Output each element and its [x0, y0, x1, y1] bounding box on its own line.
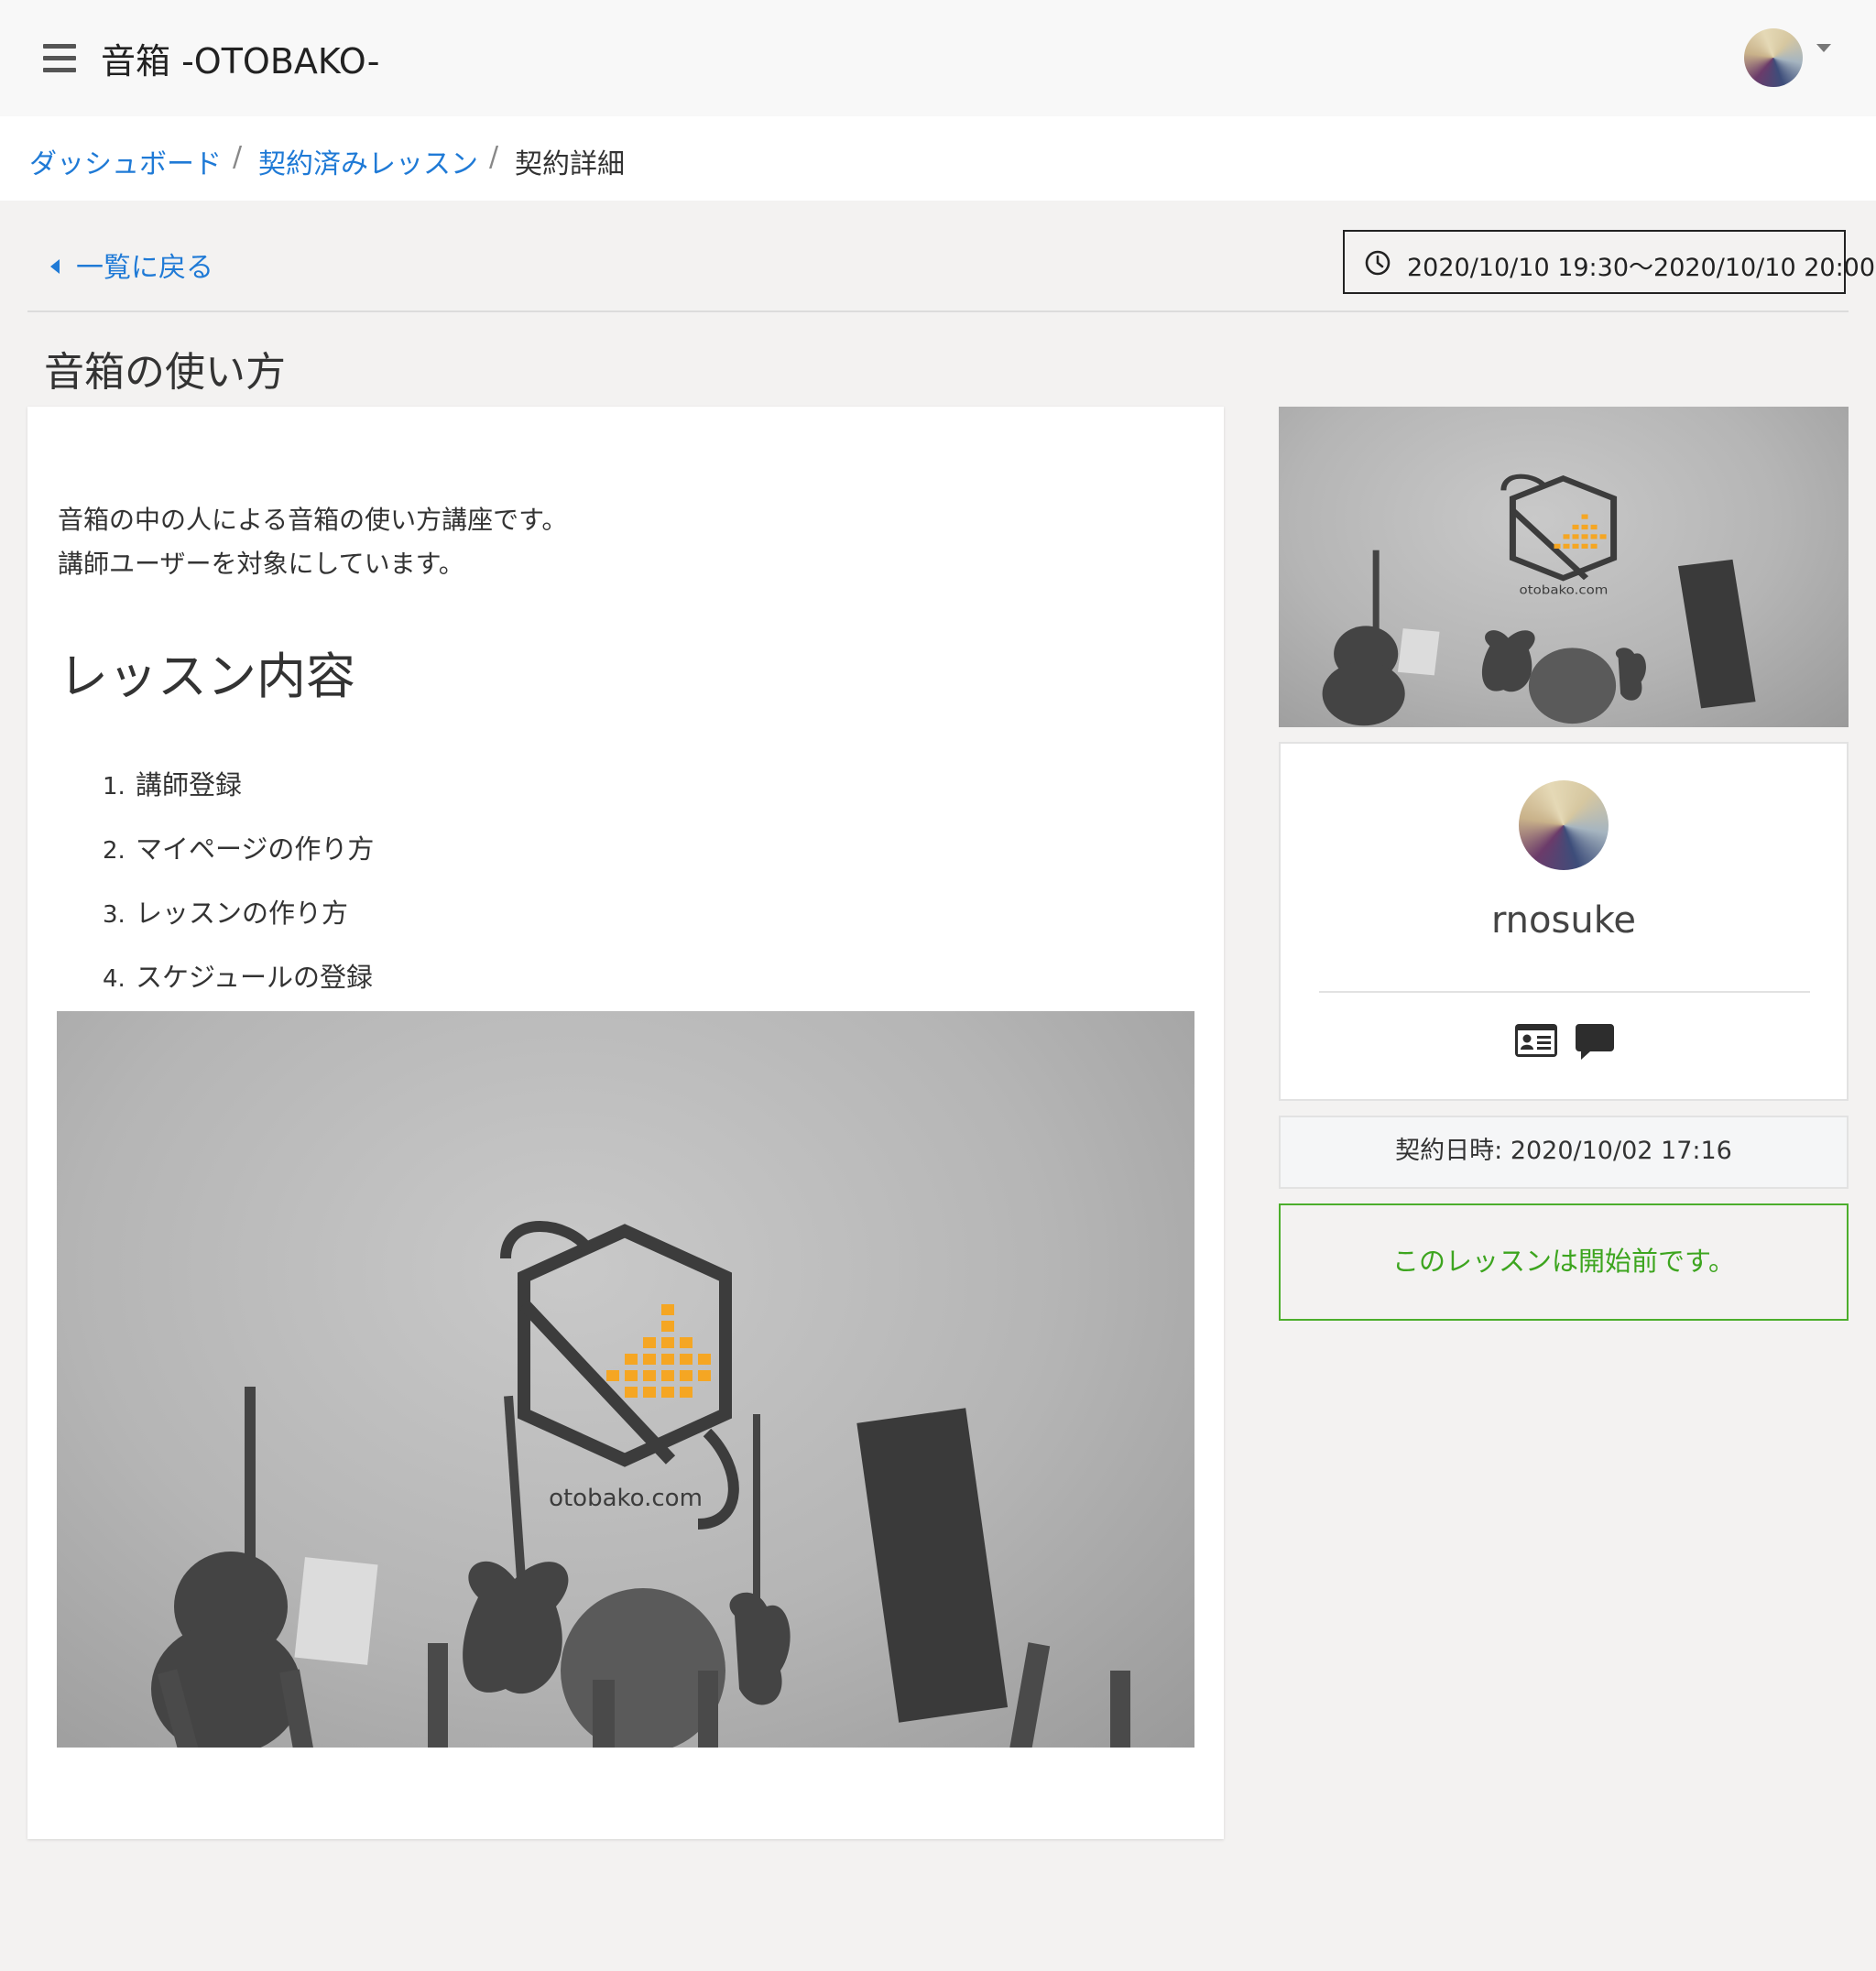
app-title[interactable]: 音箱 -OTOBAKO- [101, 33, 379, 83]
teacher-avatar[interactable] [1519, 780, 1609, 870]
clock-icon [1365, 250, 1391, 276]
breadcrumb-current: 契約詳細 [515, 148, 625, 180]
page-title: 音箱の使い方 [44, 349, 286, 396]
breadcrumb-contracted-lessons[interactable]: 契約済みレッスン [258, 141, 478, 181]
list-item: 1. 講師登録 [103, 769, 243, 800]
chat-bubble-icon[interactable] [1576, 1022, 1614, 1061]
list-item: 4. スケジュールの登録 [103, 962, 373, 993]
back-to-list-link[interactable]: 一覧に戻る [50, 245, 213, 285]
hamburger-menu-icon[interactable] [43, 44, 76, 73]
lesson-status-notice: このレッスンは開始前です。 [1279, 1203, 1849, 1321]
user-avatar[interactable] [1744, 28, 1803, 87]
logo-caption: otobako.com [1520, 583, 1609, 597]
description-line: 音箱の中の人による音箱の使い方講座です。 [58, 505, 568, 535]
schedule-box: 2020/10/10 19:30〜2020/10/10 20:00 [1343, 230, 1875, 294]
lesson-content-card: 音箱の中の人による音箱の使い方講座です。 講師ユーザーを対象にしています。 レッ… [27, 407, 1224, 1839]
logo-caption: otobako.com [549, 1485, 703, 1512]
list-item: 2. マイページの作り方 [103, 833, 375, 865]
breadcrumb-separator: / [233, 141, 243, 173]
lesson-description: 音箱の中の人による音箱の使い方講座です。 講師ユーザーを対象にしています。 [58, 498, 567, 586]
lesson-banner-image: otobako.com [57, 1011, 1194, 1748]
divider [27, 310, 1849, 312]
section-heading: レッスン内容 [59, 648, 355, 705]
teacher-name[interactable]: rnosuke [1281, 899, 1847, 942]
lesson-thumbnail-image: otobako.com [1279, 407, 1849, 727]
breadcrumb-separator: / [489, 141, 499, 173]
otobako-logo-thumbnail: otobako.com [1322, 474, 1756, 726]
breadcrumb: ダッシュボード / 契約済みレッスン / 契約詳細 [0, 116, 1876, 201]
contract-date: 契約日時: 2020/10/02 17:16 [1279, 1116, 1849, 1189]
list-item: 3. レッスンの作り方 [103, 898, 349, 929]
schedule-text: 2020/10/10 19:30〜2020/10/10 20:00 [1407, 254, 1876, 282]
teacher-profile-card: rnosuke [1279, 742, 1849, 1101]
otobako-logo-image: otobako.com [151, 1221, 1130, 1748]
back-link-label: 一覧に戻る [76, 252, 213, 284]
breadcrumb-dashboard[interactable]: ダッシュボード [29, 141, 222, 181]
caret-down-icon[interactable] [1816, 44, 1831, 52]
id-card-icon[interactable] [1515, 1024, 1557, 1057]
caret-left-icon [50, 258, 60, 274]
description-line: 講師ユーザーを対象にしています。 [58, 549, 464, 579]
divider [1319, 991, 1810, 993]
top-navbar: 音箱 -OTOBAKO- [0, 0, 1876, 116]
